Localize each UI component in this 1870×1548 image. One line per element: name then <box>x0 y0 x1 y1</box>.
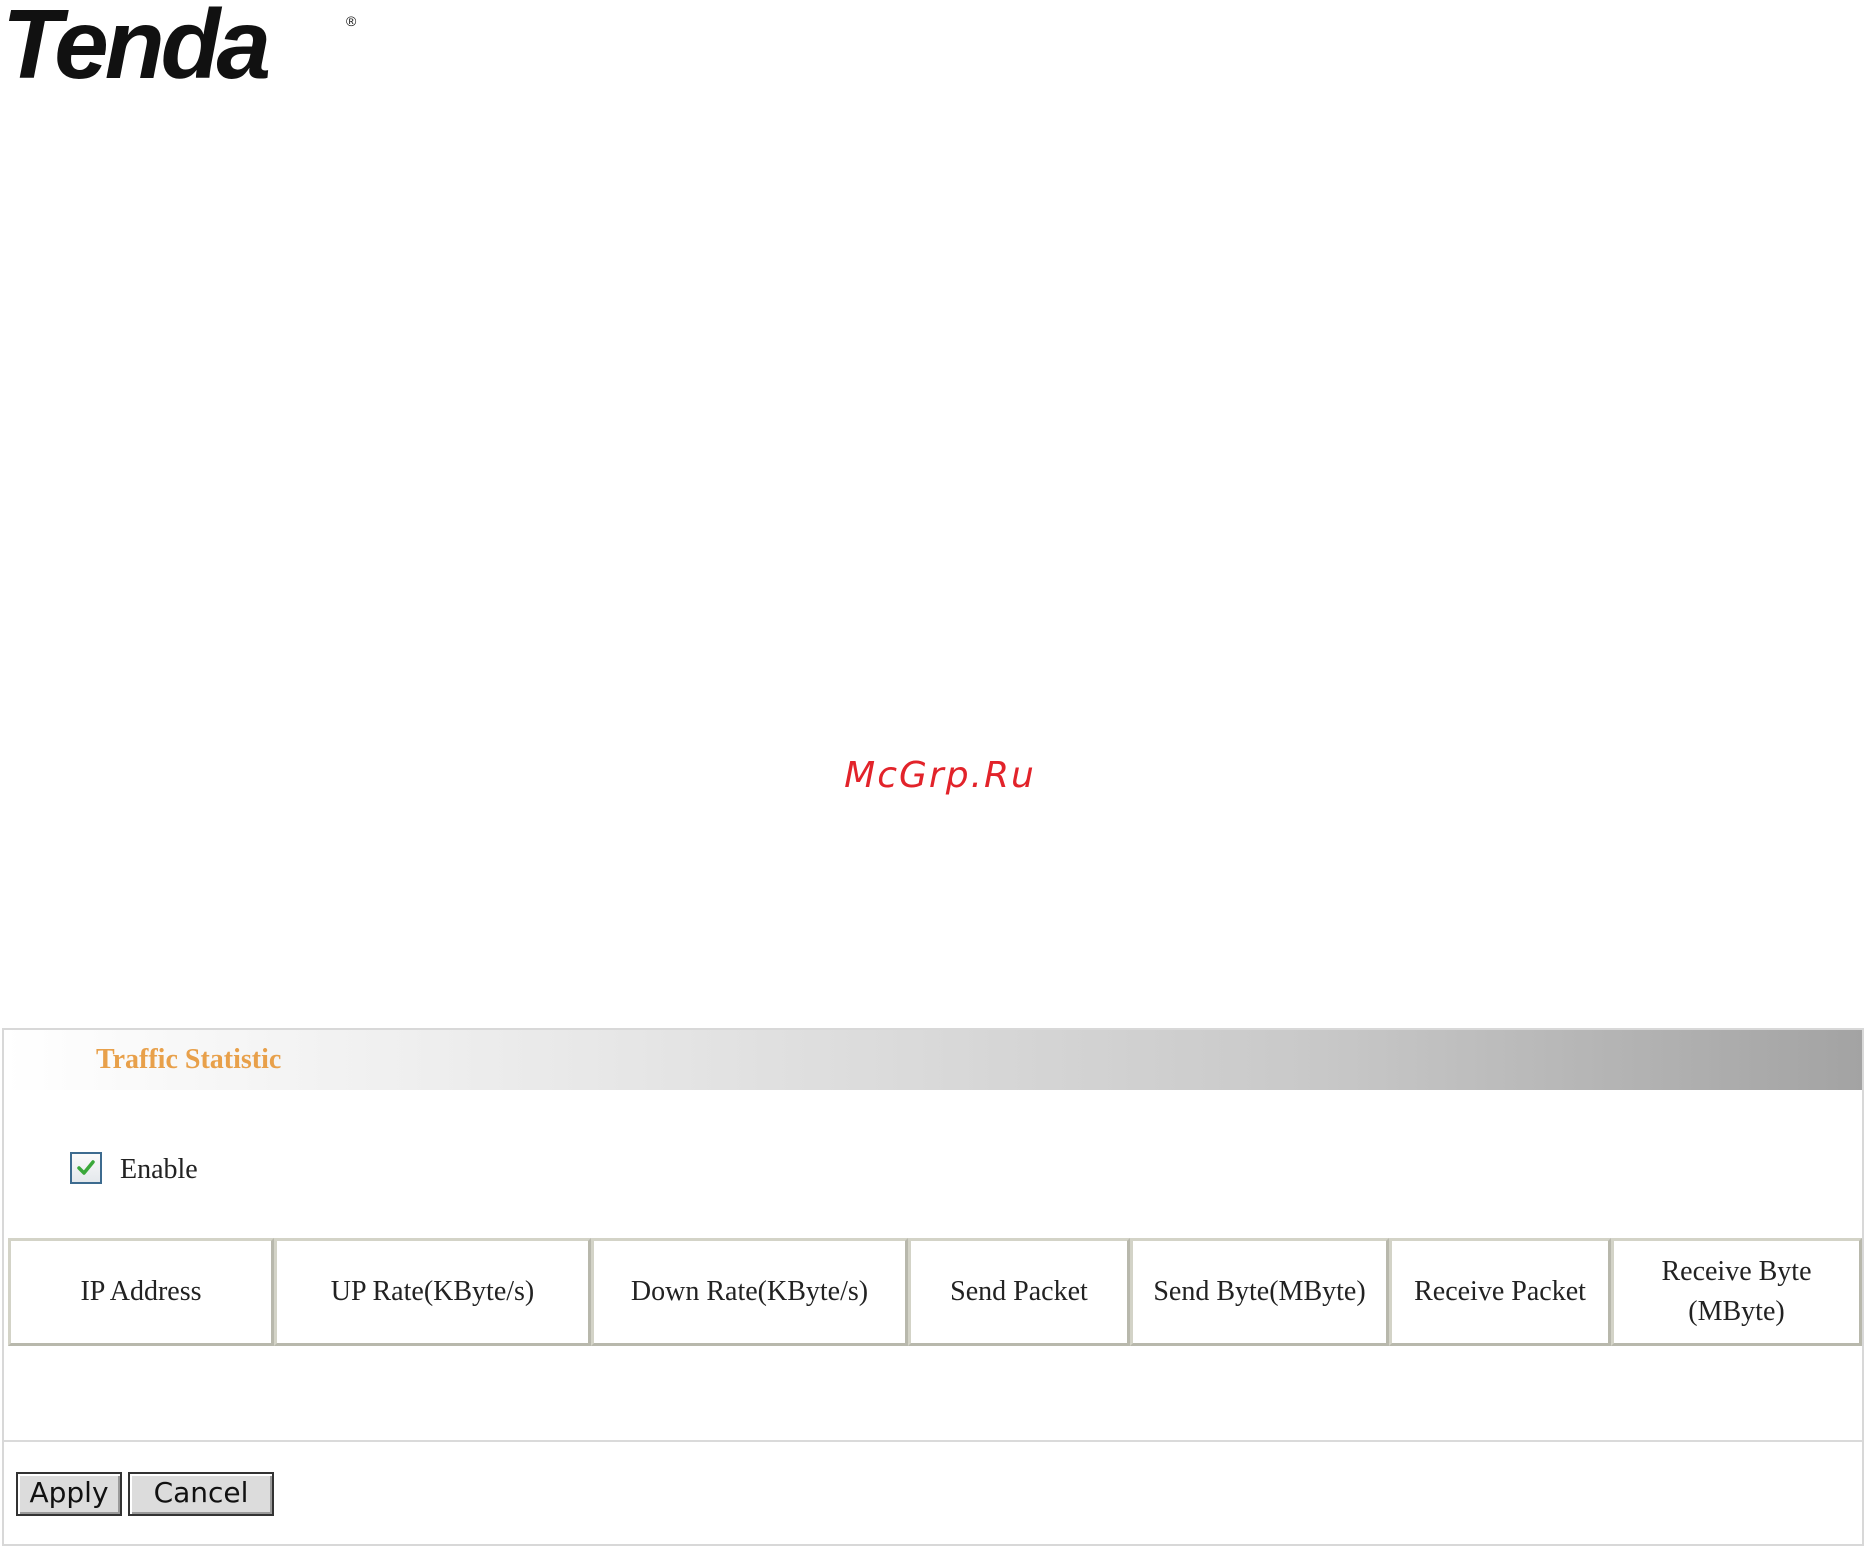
column-header-send-packet: Send Packet <box>908 1238 1130 1346</box>
traffic-statistic-panel: Traffic Statistic Enable IP Address UP R… <box>2 1028 1864 1546</box>
svg-text:®: ® <box>346 13 357 29</box>
divider <box>4 1440 1862 1442</box>
enable-checkbox[interactable] <box>70 1152 102 1184</box>
column-header-send-byte: Send Byte(MByte) <box>1130 1238 1389 1346</box>
column-header-up-rate: UP Rate(KByte/s) <box>274 1238 591 1346</box>
enable-label: Enable <box>120 1154 198 1185</box>
traffic-table: IP Address UP Rate(KByte/s) Down Rate(KB… <box>8 1238 1862 1346</box>
column-header-receive-byte: Receive Byte (MByte) <box>1611 1238 1862 1346</box>
column-header-down-rate: Down Rate(KByte/s) <box>591 1238 908 1346</box>
watermark-text: McGrp.Ru <box>844 755 1036 796</box>
panel-title: Traffic Statistic <box>96 1044 282 1075</box>
panel-header: Traffic Statistic <box>4 1030 1862 1090</box>
cancel-button[interactable]: Cancel <box>128 1472 274 1516</box>
column-header-ip-address: IP Address <box>8 1238 274 1346</box>
svg-text:Tenda: Tenda <box>2 0 268 90</box>
checkmark-icon <box>77 1160 95 1175</box>
table-header-row: IP Address UP Rate(KByte/s) Down Rate(KB… <box>8 1238 1862 1346</box>
apply-button[interactable]: Apply <box>16 1472 122 1516</box>
column-header-receive-packet: Receive Packet <box>1389 1238 1611 1346</box>
tenda-logo: Tenda ® <box>0 0 370 99</box>
